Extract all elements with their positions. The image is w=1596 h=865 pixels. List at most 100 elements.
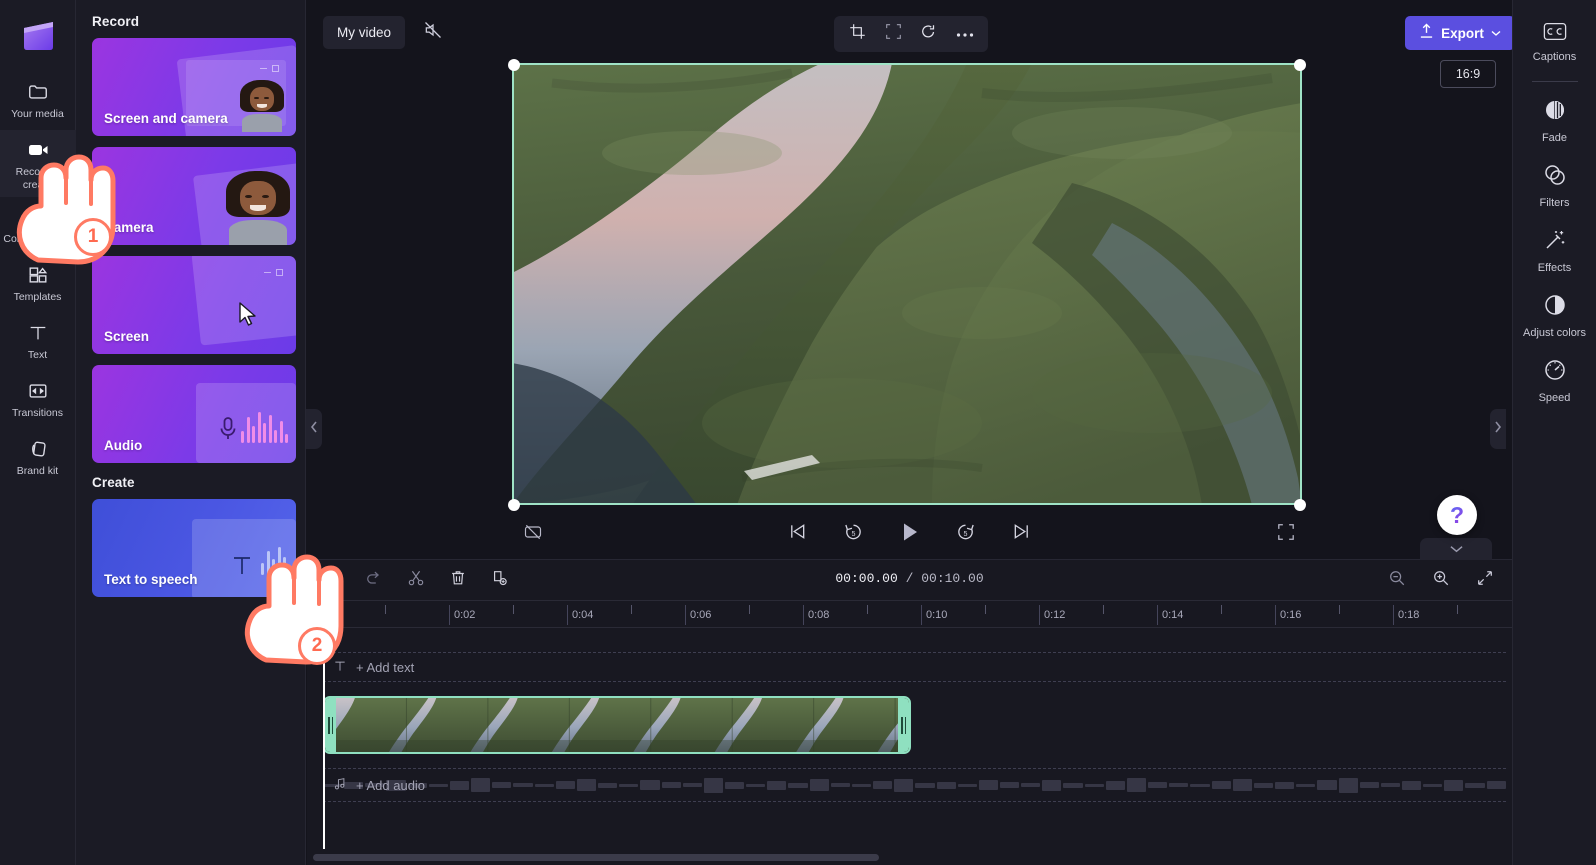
captions-toggle-button[interactable] [518, 519, 548, 549]
fit-to-frame-button[interactable] [878, 20, 908, 48]
collapse-preview-tab[interactable] [1420, 538, 1492, 560]
clipchamp-logo[interactable] [16, 14, 60, 58]
trash-icon [449, 569, 467, 592]
card-screen-and-camera[interactable]: Screen and camera [92, 38, 296, 136]
add-audio-track[interactable]: + Add audio [323, 768, 1506, 802]
upload-icon [1419, 23, 1434, 44]
timeline-scrollbar[interactable] [313, 854, 879, 861]
playhead-handle[interactable] [317, 600, 331, 617]
card-label: Text to speech [104, 572, 198, 587]
split-button[interactable] [403, 567, 429, 593]
right-rail-item-filters[interactable]: Filters [1513, 153, 1596, 218]
resize-handle-bottom-left[interactable] [508, 499, 520, 511]
clip-trim-handle-left[interactable] [325, 698, 336, 752]
add-text-track[interactable]: + Add text [323, 652, 1506, 682]
mouse-cursor-icon [238, 302, 260, 328]
ruler-label: 0:08 [808, 609, 829, 621]
microphone-icon [218, 416, 238, 447]
collapse-right-panel-button[interactable] [1490, 409, 1506, 449]
speaker-muted-icon [423, 20, 443, 45]
zoom-in-icon [1432, 569, 1450, 592]
preview-float-toolbar [834, 16, 988, 52]
step-badge-2: 2 [298, 627, 336, 665]
sidebar-item-your-media[interactable]: Your media [0, 72, 76, 130]
delete-button[interactable] [445, 567, 471, 593]
play-button[interactable] [895, 519, 925, 549]
fit-timeline-icon [1476, 569, 1494, 592]
resize-handle-top-left[interactable] [508, 59, 520, 71]
undo-button[interactable] [319, 567, 345, 593]
skip-to-start-button[interactable] [783, 519, 813, 549]
sidebar-item-content-library[interactable]: Content library [0, 197, 76, 255]
fit-timeline-button[interactable] [1472, 567, 1498, 593]
rotate-button[interactable] [914, 20, 944, 48]
cc-icon [1543, 22, 1567, 46]
card-label: Screen [104, 329, 149, 344]
redo-button[interactable] [361, 567, 387, 593]
card-text-to-speech[interactable]: Text to speech [92, 499, 296, 597]
resize-handle-top-right[interactable] [1294, 59, 1306, 71]
sidebar-item-brand-kit[interactable]: Brand kit [0, 429, 76, 487]
timeline-zoom-controls [1384, 567, 1498, 593]
chevron-right-icon [1494, 420, 1502, 438]
more-options-button[interactable] [950, 20, 980, 48]
sidebar-item-text[interactable]: Text [0, 313, 76, 371]
play-icon [899, 521, 921, 548]
help-button[interactable]: ? [1437, 495, 1477, 535]
right-rail-item-effects[interactable]: Effects [1513, 218, 1596, 283]
transitions-icon [26, 379, 50, 403]
timeline-tracks: + Add text [307, 628, 1512, 682]
video-camera-icon [26, 138, 50, 162]
right-rail-item-captions[interactable]: Captions [1513, 12, 1596, 72]
fullscreen-icon [1277, 523, 1295, 546]
right-rail-item-label: Effects [1538, 262, 1571, 275]
right-rail-item-speed[interactable]: Speed [1513, 348, 1596, 413]
skip-to-end-button[interactable] [1007, 519, 1037, 549]
crop-button[interactable] [842, 20, 872, 48]
card-label: Audio [104, 438, 142, 453]
project-title[interactable]: My video [323, 16, 405, 49]
fullscreen-button[interactable] [1271, 519, 1301, 549]
adjust-colors-icon [1543, 293, 1567, 322]
right-rail-item-label: Captions [1533, 51, 1576, 64]
aspect-ratio-button[interactable]: 16:9 [1440, 60, 1496, 88]
card-audio[interactable]: Audio [92, 365, 296, 463]
clip-thumbnails [325, 698, 909, 752]
video-preview[interactable] [512, 63, 1302, 505]
step-badge-1: 1 [74, 218, 112, 256]
templates-grid-icon [26, 263, 50, 287]
sidebar-item-transitions[interactable]: Transitions [0, 371, 76, 429]
left-rail: Your media Record & create Content libra… [0, 0, 76, 865]
right-rail: Captions Fade Filter [1512, 0, 1596, 865]
export-button[interactable]: Export [1405, 16, 1515, 50]
sidebar-item-templates[interactable]: Templates [0, 255, 76, 313]
brand-kit-icon [26, 437, 50, 461]
video-clip[interactable] [323, 696, 911, 754]
card-camera[interactable]: Camera [92, 147, 296, 245]
help-question-icon: ? [1450, 504, 1464, 527]
mute-toggle-button[interactable] [417, 17, 448, 48]
forward-5-seconds-button[interactable]: 5 [951, 519, 981, 549]
right-rail-item-fade[interactable]: Fade [1513, 88, 1596, 153]
sidebar-item-record-and-create[interactable]: Record & create [0, 130, 76, 197]
text-t-icon [26, 321, 50, 345]
clip-trim-handle-right[interactable] [898, 698, 909, 752]
back-5-seconds-button[interactable]: 5 [839, 519, 869, 549]
right-rail-item-adjust-colors[interactable]: Adjust colors [1513, 283, 1596, 348]
card-screen[interactable]: Screen [92, 256, 296, 354]
right-rail-item-label: Adjust colors [1523, 327, 1586, 340]
photo-stack-icon [26, 205, 50, 229]
sidebar-item-label: Transitions [12, 407, 63, 420]
skip-previous-icon [788, 522, 807, 546]
effects-wand-icon [1543, 228, 1567, 257]
avatar [226, 171, 290, 245]
sidebar-item-label: Content library [3, 233, 71, 246]
timeline-ruler[interactable]: 0 0:02 0:04 0:06 0:08 0:10 0:12 0:14 0:1 [307, 600, 1512, 628]
duplicate-button[interactable] [487, 567, 513, 593]
zoom-out-button[interactable] [1384, 567, 1410, 593]
resize-handle-bottom-right[interactable] [1294, 499, 1306, 511]
svg-text:5: 5 [852, 530, 856, 538]
collapse-panel-button[interactable] [306, 409, 322, 449]
captions-off-icon [523, 522, 543, 547]
zoom-in-button[interactable] [1428, 567, 1454, 593]
